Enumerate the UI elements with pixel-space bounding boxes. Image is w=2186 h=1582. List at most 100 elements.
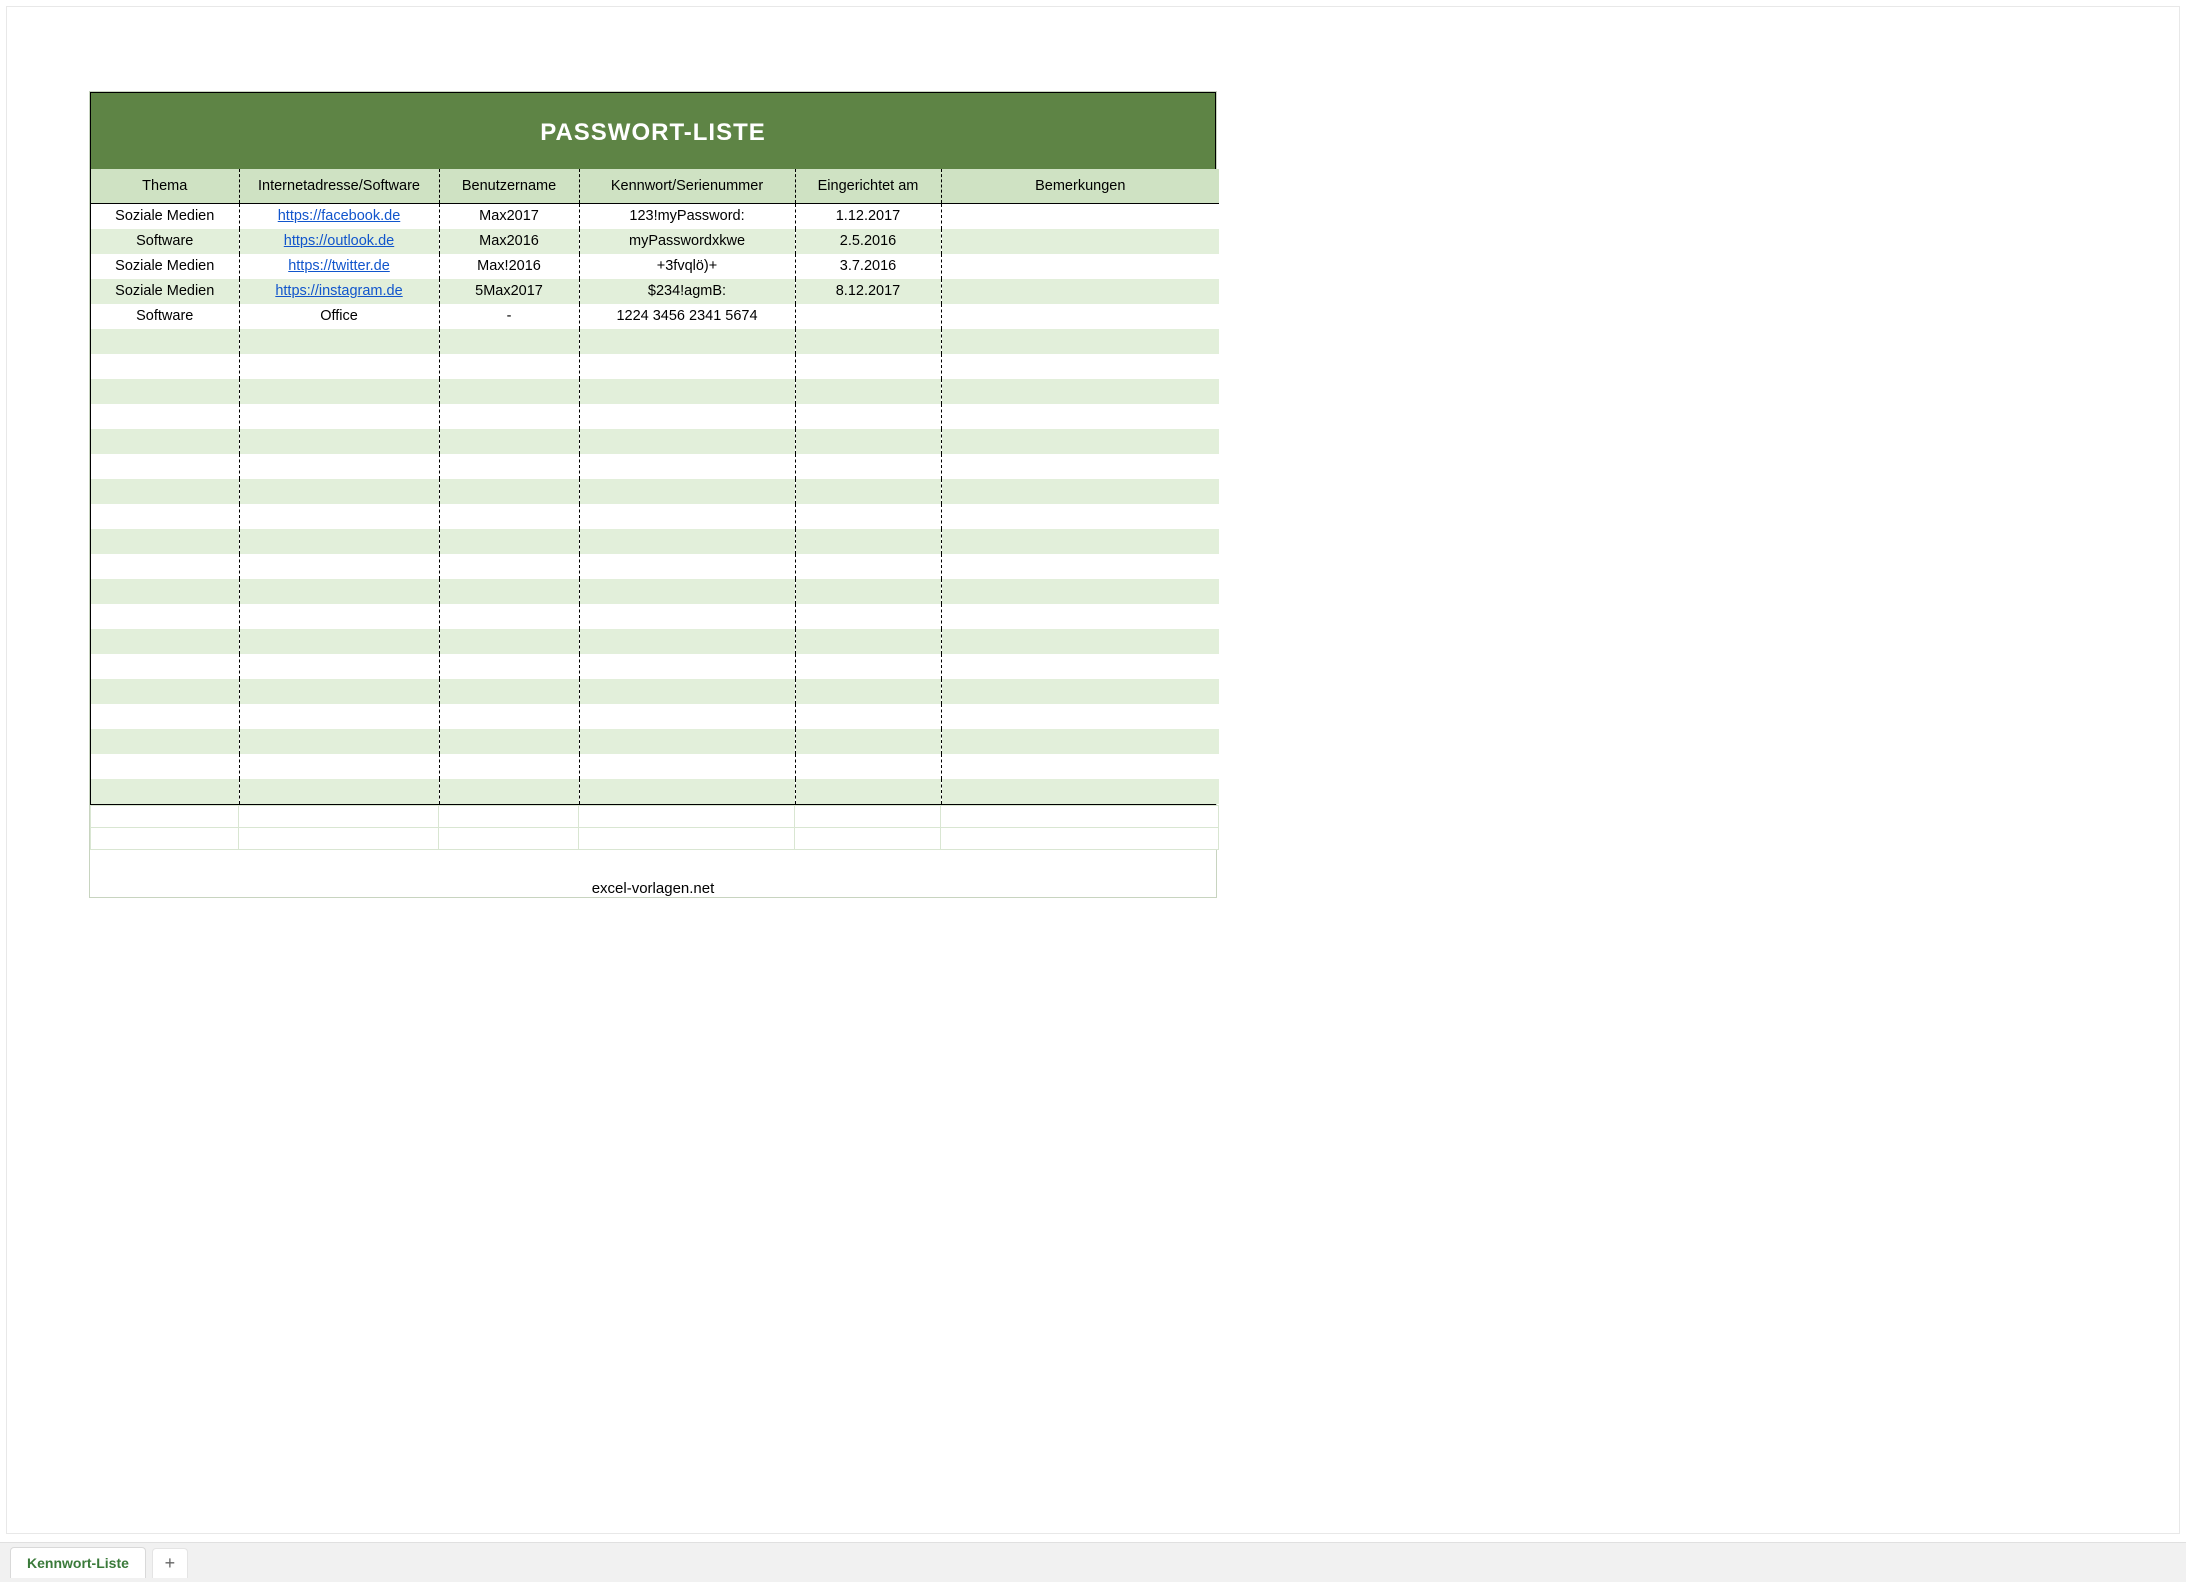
table-cell[interactable] — [91, 404, 239, 429]
table-cell[interactable] — [239, 629, 439, 654]
table-cell[interactable] — [795, 754, 941, 779]
table-cell[interactable] — [579, 604, 795, 629]
table-cell[interactable] — [239, 379, 439, 404]
table-cell[interactable]: - — [439, 304, 579, 329]
table-cell[interactable] — [91, 579, 239, 604]
table-cell[interactable] — [239, 754, 439, 779]
table-cell[interactable] — [91, 604, 239, 629]
table-cell[interactable] — [91, 704, 239, 729]
table-cell[interactable] — [239, 354, 439, 379]
table-cell[interactable] — [795, 529, 941, 554]
table-cell[interactable] — [795, 354, 941, 379]
table-cell[interactable] — [579, 329, 795, 354]
grid-cell[interactable] — [795, 827, 941, 849]
table-cell[interactable] — [239, 779, 439, 804]
table-cell[interactable] — [579, 404, 795, 429]
table-cell[interactable] — [795, 329, 941, 354]
table-cell[interactable] — [941, 729, 1219, 754]
table-cell[interactable]: https://twitter.de — [239, 254, 439, 279]
table-cell[interactable] — [91, 779, 239, 804]
table-cell[interactable] — [941, 679, 1219, 704]
table-cell[interactable] — [439, 729, 579, 754]
table-cell[interactable] — [91, 479, 239, 504]
url-link[interactable]: https://facebook.de — [278, 208, 401, 224]
table-cell[interactable] — [239, 454, 439, 479]
table-cell[interactable] — [439, 579, 579, 604]
table-cell[interactable] — [91, 729, 239, 754]
table-cell[interactable] — [795, 404, 941, 429]
grid-cell[interactable] — [239, 827, 439, 849]
table-cell[interactable]: Software — [91, 304, 239, 329]
column-header[interactable]: Thema — [91, 169, 239, 204]
table-cell[interactable] — [91, 629, 239, 654]
table-cell[interactable] — [91, 679, 239, 704]
table-cell[interactable] — [239, 429, 439, 454]
table-cell[interactable] — [795, 479, 941, 504]
table-cell[interactable] — [795, 579, 941, 604]
table-cell[interactable] — [439, 504, 579, 529]
table-cell[interactable] — [941, 629, 1219, 654]
table-cell[interactable] — [579, 429, 795, 454]
table-cell[interactable] — [941, 704, 1219, 729]
url-link[interactable]: https://instagram.de — [275, 283, 402, 299]
table-cell[interactable] — [239, 604, 439, 629]
table-cell[interactable]: Max2017 — [439, 204, 579, 229]
table-cell[interactable] — [91, 354, 239, 379]
table-cell[interactable] — [579, 729, 795, 754]
add-sheet-button[interactable]: + — [152, 1548, 188, 1578]
table-cell[interactable]: https://instagram.de — [239, 279, 439, 304]
table-cell[interactable] — [439, 779, 579, 804]
table-cell[interactable]: Max!2016 — [439, 254, 579, 279]
table-cell[interactable] — [579, 479, 795, 504]
table-cell[interactable] — [239, 679, 439, 704]
table-cell[interactable] — [91, 454, 239, 479]
grid-cell[interactable] — [439, 827, 579, 849]
grid-cell[interactable] — [239, 805, 439, 827]
table-cell[interactable] — [239, 479, 439, 504]
table-cell[interactable] — [439, 354, 579, 379]
table-cell[interactable] — [795, 629, 941, 654]
table-cell[interactable] — [795, 304, 941, 329]
url-link[interactable]: https://outlook.de — [284, 233, 394, 249]
table-cell[interactable] — [439, 404, 579, 429]
table-cell[interactable] — [579, 629, 795, 654]
table-cell[interactable] — [239, 704, 439, 729]
table-cell[interactable] — [439, 704, 579, 729]
table-cell[interactable] — [941, 429, 1219, 454]
table-cell[interactable] — [439, 754, 579, 779]
table-cell[interactable] — [941, 779, 1219, 804]
table-cell[interactable] — [941, 579, 1219, 604]
table-cell[interactable] — [941, 504, 1219, 529]
table-cell[interactable] — [439, 629, 579, 654]
table-cell[interactable] — [239, 729, 439, 754]
column-header[interactable]: Internetadresse/Software — [239, 169, 439, 204]
table-cell[interactable]: 123!myPassword: — [579, 204, 795, 229]
table-cell[interactable]: +3fvqlö)+ — [579, 254, 795, 279]
table-cell[interactable] — [239, 554, 439, 579]
table-cell[interactable] — [941, 279, 1219, 304]
grid-cell[interactable] — [579, 827, 795, 849]
table-cell[interactable]: Soziale Medien — [91, 204, 239, 229]
table-cell[interactable] — [579, 779, 795, 804]
table-cell[interactable] — [91, 429, 239, 454]
table-cell[interactable] — [579, 654, 795, 679]
table-cell[interactable] — [91, 329, 239, 354]
table-cell[interactable] — [439, 479, 579, 504]
table-cell[interactable] — [439, 379, 579, 404]
table-cell[interactable] — [579, 379, 795, 404]
grid-cell[interactable] — [941, 827, 1219, 849]
grid-cell[interactable] — [795, 805, 941, 827]
table-cell[interactable] — [941, 254, 1219, 279]
table-cell[interactable] — [579, 754, 795, 779]
table-cell[interactable] — [941, 754, 1219, 779]
table-cell[interactable]: myPasswordxkwe — [579, 229, 795, 254]
grid-cell[interactable] — [91, 827, 239, 849]
table-cell[interactable] — [239, 404, 439, 429]
table-cell[interactable] — [941, 404, 1219, 429]
table-cell[interactable] — [795, 679, 941, 704]
table-cell[interactable] — [91, 554, 239, 579]
table-cell[interactable]: $234!agmB: — [579, 279, 795, 304]
table-cell[interactable]: https://facebook.de — [239, 204, 439, 229]
table-cell[interactable] — [941, 329, 1219, 354]
table-cell[interactable] — [941, 354, 1219, 379]
